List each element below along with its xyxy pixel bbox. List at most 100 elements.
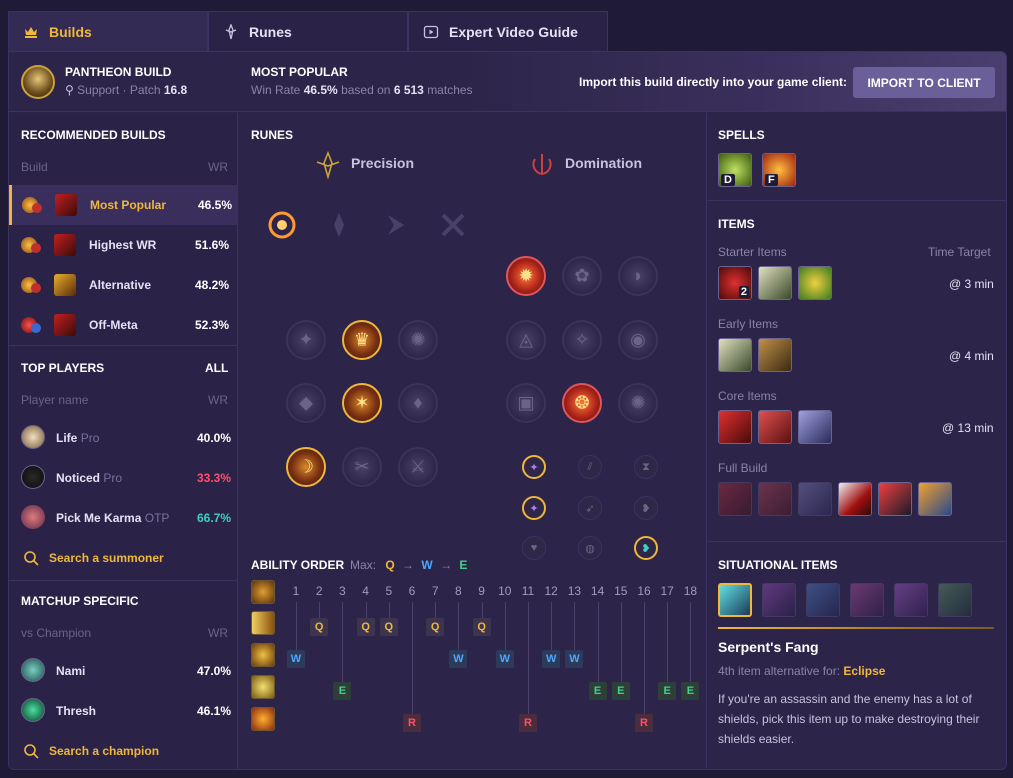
rune-relentless-hunter[interactable]: ❂ [562, 383, 602, 423]
shard-adaptive-force[interactable]: ✦ [522, 455, 546, 479]
item-world-atlas[interactable] [798, 266, 832, 300]
matchup-wr: 46.1% [197, 704, 232, 718]
item-core-1[interactable] [718, 410, 752, 444]
tab-builds[interactable]: Builds [8, 11, 208, 51]
level-number: 17 [660, 584, 674, 598]
item-long-sword[interactable] [758, 266, 792, 300]
build-row-most-popular[interactable]: Most Popular 46.5% [9, 185, 238, 225]
item-boots[interactable] [758, 338, 792, 372]
situational-item-2[interactable] [762, 583, 796, 617]
situational-item-4[interactable] [850, 583, 884, 617]
item-core-3[interactable] [798, 410, 832, 444]
rune-presence-of-mind[interactable]: ✺ [398, 320, 438, 360]
level-number: 6 [408, 584, 416, 598]
rune-coup-de-grace[interactable]: ☽ [286, 447, 326, 487]
rune-legend-alacrity[interactable]: ◆ [286, 383, 326, 423]
build-row-alternative[interactable]: Alternative 48.2% [9, 265, 238, 305]
search-icon [24, 744, 39, 759]
rune-cut-down[interactable]: ✂ [342, 447, 382, 487]
rune-treasure-hunter[interactable]: ▣ [506, 383, 546, 423]
rune-absorb-life[interactable]: ✦ [286, 320, 326, 360]
shard-health-scaling[interactable]: ❥ [634, 496, 658, 520]
shard-ability-haste[interactable]: ⧗ [634, 455, 658, 479]
spell-flash-slot[interactable]: F [762, 153, 796, 187]
top-players-all-link[interactable]: ALL [205, 361, 228, 375]
item-full-4[interactable] [838, 482, 872, 516]
level-connector [365, 602, 367, 618]
import-to-client-button[interactable]: IMPORT TO CLIENT [853, 67, 995, 98]
situational-item-name: Serpent's Fang [718, 639, 819, 655]
shard-health-scaling-2[interactable]: ❥ [634, 536, 658, 560]
rune-last-stand[interactable]: ⚔ [398, 447, 438, 487]
build-row-off-meta[interactable]: Off-Meta 52.3% [9, 305, 238, 345]
shard-attack-speed[interactable]: ⫽ [578, 455, 602, 479]
skill-point-e: E [611, 682, 630, 700]
level-number: 13 [567, 584, 582, 598]
shard-adaptive-force-2[interactable]: ✦ [522, 496, 546, 520]
rune-keystone-lethal-tempo[interactable] [319, 205, 359, 245]
search-champion-link[interactable]: Search a champion [23, 743, 159, 759]
domination-tree-icon [532, 154, 552, 175]
rune-grisly-mementos[interactable]: ✧ [562, 320, 602, 360]
build-wr: 51.6% [195, 238, 230, 252]
search-summoner-link[interactable]: Search a summoner [23, 550, 164, 566]
rune-keystone-press-the-attack[interactable] [262, 205, 302, 245]
situational-item-3[interactable] [806, 583, 840, 617]
ability-q-icon [251, 611, 275, 635]
divider [9, 345, 238, 346]
shard-health[interactable]: ♥ [522, 536, 546, 560]
level-number: 8 [455, 584, 462, 598]
item-full-5[interactable] [878, 482, 912, 516]
rune-cheap-shot[interactable]: ✹ [506, 256, 546, 296]
item-full-2[interactable] [758, 482, 792, 516]
runes-title: RUNES [251, 128, 294, 142]
level-connector [597, 602, 599, 682]
rune-keystone-conqueror[interactable] [433, 205, 473, 245]
rune-legend-haste[interactable]: ✶ [342, 383, 382, 423]
situational-item-5[interactable] [894, 583, 928, 617]
shard-move-speed[interactable]: ➶ [578, 496, 602, 520]
player-name: Life Pro [56, 431, 100, 445]
situational-item-6[interactable] [938, 583, 972, 617]
level-connector [551, 602, 553, 650]
shard-tenacity[interactable]: ◍ [578, 536, 602, 560]
alt-label: 4th item alternative for: [718, 664, 841, 678]
rune-keystone-fleet-footwork[interactable] [376, 205, 416, 245]
starter-time: @ 3 min [949, 277, 994, 291]
item-health-potion[interactable]: 2 [718, 266, 752, 300]
full-build-label: Full Build [718, 461, 768, 475]
rune-triumph[interactable]: ♛ [342, 320, 382, 360]
item-full-1[interactable] [718, 482, 752, 516]
matchup-wr: 47.0% [197, 664, 232, 678]
based-on-label: based on [341, 83, 391, 97]
rune-legend-bloodline[interactable]: ♦ [398, 383, 438, 423]
col-vs-champion-header: vs Champion [21, 626, 92, 640]
champion-title: PANTHEON BUILD [65, 65, 172, 79]
spell-ignite-slot[interactable]: D [718, 153, 752, 187]
ability-e-icon [251, 675, 275, 699]
item-core-2[interactable] [758, 410, 792, 444]
ability-w-icon [251, 643, 275, 667]
rune-sudden-impact[interactable]: ◗ [618, 256, 658, 296]
rune-taste-of-blood[interactable]: ✿ [562, 256, 602, 296]
build-row-highest-wr[interactable]: Highest WR 51.6% [9, 225, 238, 265]
level-connector [667, 602, 669, 682]
skill-point-e: E [658, 682, 677, 700]
rune-sixth-sense[interactable]: ◬ [506, 320, 546, 360]
item-full-6[interactable] [918, 482, 952, 516]
tab-runes[interactable]: Runes [208, 11, 408, 51]
situational-serpents-fang[interactable] [718, 583, 752, 617]
build-header: PANTHEON BUILD ⚲ Support · Patch 16.8 MO… [9, 52, 1006, 112]
search-summoner-label: Search a summoner [49, 551, 164, 565]
tab-video-guide[interactable]: Expert Video Guide [408, 11, 608, 51]
rune-ultimate-hunter[interactable]: ✺ [618, 383, 658, 423]
item-long-sword[interactable] [718, 338, 752, 372]
rune-deep-ward[interactable]: ◉ [618, 320, 658, 360]
item-count: 2 [738, 286, 749, 298]
champion-avatar-thresh [21, 698, 45, 722]
level-connector [481, 602, 483, 618]
level-connector [620, 602, 622, 682]
alt-for-item[interactable]: Eclipse [843, 664, 885, 678]
item-full-3[interactable] [798, 482, 832, 516]
max-third: E [459, 558, 468, 572]
